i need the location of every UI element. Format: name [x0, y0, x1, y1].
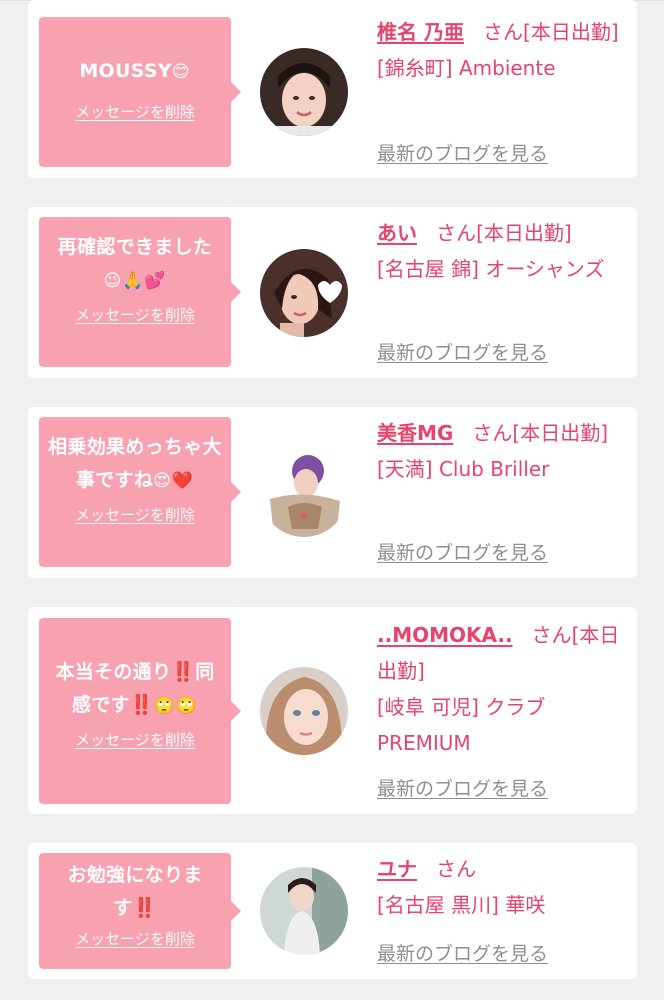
delete-message-link[interactable]: メッセージを削除 [75, 729, 195, 750]
message-text: 相乗効果めっちゃ大事ですね😍❤️ [48, 436, 222, 491]
latest-blog-link[interactable]: 最新のブログを見る [377, 139, 548, 166]
message-bubble: 相乗効果めっちゃ大事ですね😍❤️ メッセージを削除 [39, 417, 241, 567]
user-info: ユナ さん [名古屋 黒川] 華咲 [377, 851, 635, 923]
latest-blog-link[interactable]: 最新のブログを見る [377, 338, 548, 365]
list-item: MOUSSY😊 メッセージを削除 椎名 乃亜 さん[本日出勤] [錦糸町] Am… [28, 0, 637, 178]
message-bubble: MOUSSY😊 メッセージを削除 [39, 17, 241, 167]
delete-message-link[interactable]: メッセージを削除 [75, 101, 195, 122]
user-name-link[interactable]: 椎名 乃亜 [377, 20, 464, 44]
store-location: [岐阜 可児] クラブPREMIUM [377, 695, 546, 755]
user-name-link[interactable]: ユナ [377, 857, 417, 881]
avatar[interactable] [260, 867, 348, 955]
emoji-text: 😊 [171, 62, 191, 82]
user-status: さん [436, 857, 477, 881]
latest-blog-link[interactable]: 最新のブログを見る [377, 939, 548, 966]
avatar[interactable] [260, 449, 348, 537]
store-location: [名古屋 錦] オーシャンズ [377, 257, 605, 281]
user-info: あい さん[本日出勤] [名古屋 錦] オーシャンズ [377, 215, 635, 287]
list-item: 相乗効果めっちゃ大事ですね😍❤️ メッセージを削除 美香MG さん[本日出勤] … [28, 407, 637, 578]
list-item: お勉強になります‼️ メッセージを削除 ユナ さん [名古屋 黒川] 華咲 最新… [28, 843, 637, 979]
store-location: [錦糸町] Ambiente [377, 56, 556, 80]
user-status: さん[本日出勤] [436, 221, 572, 245]
store-location: [名古屋 黒川] 華咲 [377, 893, 546, 917]
message-text: 再確認できました 😉🙏💕 [57, 236, 213, 291]
message-bubble: 再確認できました 😉🙏💕 メッセージを削除 [39, 217, 241, 367]
avatar[interactable] [260, 667, 348, 755]
message-text: 本当その通り‼️同感です‼️🙄🙄 [55, 661, 215, 716]
message-bubble: お勉強になります‼️ メッセージを削除 [39, 853, 241, 969]
latest-blog-link[interactable]: 最新のブログを見る [377, 538, 548, 565]
delete-message-link[interactable]: メッセージを削除 [75, 304, 195, 325]
user-name-link[interactable]: ..MOMOKA.. [377, 623, 513, 647]
user-status: さん[本日出勤] [472, 421, 609, 445]
latest-blog-link[interactable]: 最新のブログを見る [377, 774, 548, 801]
avatar[interactable] [260, 48, 348, 136]
message-text: MOUSSY😊 [79, 60, 191, 82]
emoji-text: 😍❤️ [153, 471, 195, 491]
user-name-link[interactable]: 美香MG [377, 421, 453, 445]
list-item: 再確認できました 😉🙏💕 メッセージを削除 あい さん[本日出勤] [名古屋 錦]… [28, 207, 637, 378]
user-info: ..MOMOKA.. さん[本日出勤] [岐阜 可児] クラブPREMIUM [377, 617, 635, 761]
user-info: 美香MG さん[本日出勤] [天満] Club Briller [377, 415, 635, 487]
message-text: お勉強になります‼️ [67, 864, 203, 919]
avatar[interactable] [260, 249, 348, 337]
message-bubble: 本当その通り‼️同感です‼️🙄🙄 メッセージを削除 [39, 618, 241, 804]
list-item: 本当その通り‼️同感です‼️🙄🙄 メッセージを削除 ..MOMOKA.. さん[… [28, 607, 637, 814]
emoji-text: 😉🙏💕 [103, 271, 167, 291]
store-location: [天満] Club Briller [377, 457, 550, 481]
user-status: さん[本日出勤] [483, 20, 619, 44]
emoji-text: 🙄🙄 [153, 696, 199, 716]
user-info: 椎名 乃亜 さん[本日出勤] [錦糸町] Ambiente [377, 14, 635, 86]
delete-message-link[interactable]: メッセージを削除 [75, 504, 195, 525]
delete-message-link[interactable]: メッセージを削除 [75, 928, 195, 949]
user-name-link[interactable]: あい [377, 221, 417, 245]
